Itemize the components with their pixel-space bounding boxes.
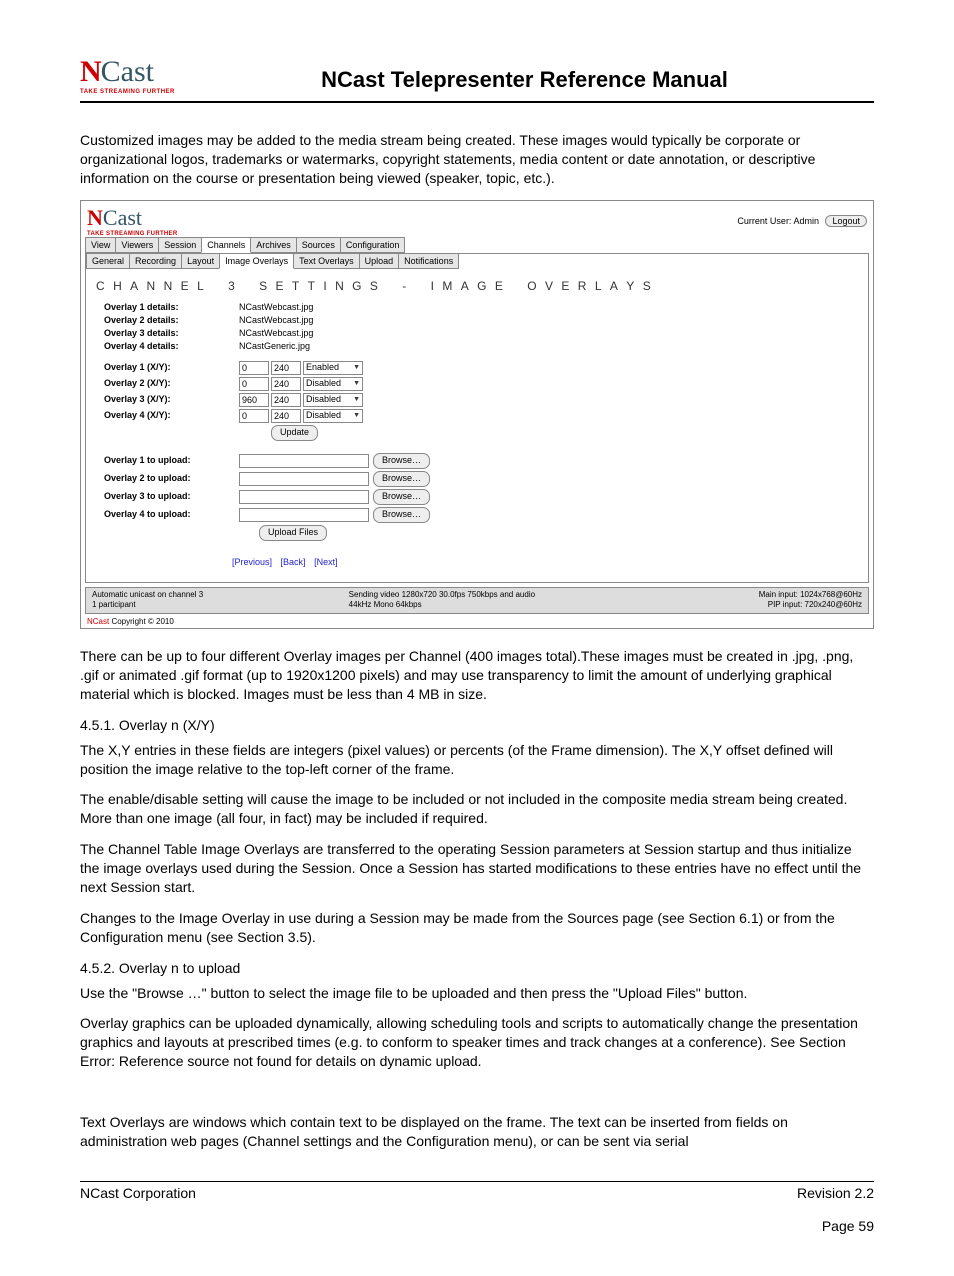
- overlay1-state-select[interactable]: Enabled▼: [303, 361, 363, 375]
- app-logo: NCast TAKE STREAMING FURTHER: [87, 205, 178, 237]
- section-heading-452: 4.5.2. Overlay n to upload: [80, 959, 874, 978]
- previous-link[interactable]: [Previous]: [232, 557, 272, 567]
- body-paragraph: The X,Y entries in these fields are inte…: [80, 741, 874, 779]
- overlay-upload-row: Overlay 2 to upload:Browse…: [92, 470, 862, 488]
- admin-ui-screenshot: NCast TAKE STREAMING FURTHER Current Use…: [80, 200, 874, 629]
- sub-tab-row: General Recording Layout Image Overlays …: [85, 253, 862, 269]
- tab-channels[interactable]: Channels: [201, 237, 251, 253]
- sub-tab-image-overlays[interactable]: Image Overlays: [219, 253, 294, 269]
- overlay1-upload-field[interactable]: [239, 454, 369, 468]
- overlay2-state-select[interactable]: Disabled▼: [303, 377, 363, 391]
- overlay-detail-row: Overlay 1 details:NCastWebcast.jpg: [92, 301, 862, 314]
- tab-session[interactable]: Session: [158, 237, 202, 253]
- tab-sources[interactable]: Sources: [296, 237, 341, 253]
- overlay3-y-input[interactable]: [271, 393, 301, 407]
- channel-settings-panel: General Recording Layout Image Overlays …: [85, 253, 869, 583]
- footer-revision: Revision 2.2: [797, 1184, 874, 1203]
- tab-archives[interactable]: Archives: [250, 237, 297, 253]
- tab-viewers[interactable]: Viewers: [115, 237, 159, 253]
- chevron-down-icon: ▼: [353, 363, 360, 372]
- chevron-down-icon: ▼: [353, 395, 360, 404]
- overlay-xy-row: Overlay 3 (X/Y): Disabled▼: [92, 392, 862, 408]
- chevron-down-icon: ▼: [353, 411, 360, 420]
- logo-tagline: TAKE STREAMING FURTHER: [80, 89, 175, 95]
- chevron-down-icon: ▼: [353, 379, 360, 388]
- body-paragraph: The enable/disable setting will cause th…: [80, 790, 874, 828]
- body-paragraph: The Channel Table Image Overlays are tra…: [80, 840, 874, 897]
- overlay2-x-input[interactable]: [239, 377, 269, 391]
- overlay4-y-input[interactable]: [271, 409, 301, 423]
- overlay-xy-row: Overlay 1 (X/Y): Enabled▼: [92, 360, 862, 376]
- sub-tab-layout[interactable]: Layout: [181, 253, 220, 269]
- overlay2-y-input[interactable]: [271, 377, 301, 391]
- overlay-detail-row: Overlay 4 details:NCastGeneric.jpg: [92, 340, 862, 353]
- panel-title: C H A N N E L 3 S E T T I N G S - I M A …: [92, 275, 862, 301]
- body-paragraph: There can be up to four different Overla…: [80, 647, 874, 704]
- nav-links: [Previous] [Back] [Next]: [92, 542, 862, 572]
- overlay4-upload-field[interactable]: [239, 508, 369, 522]
- overlay4-state-select[interactable]: Disabled▼: [303, 409, 363, 423]
- overlay-xy-row: Overlay 4 (X/Y): Disabled▼: [92, 408, 862, 424]
- overlay3-state-select[interactable]: Disabled▼: [303, 393, 363, 407]
- tab-view[interactable]: View: [85, 237, 116, 253]
- sub-tab-general[interactable]: General: [86, 253, 130, 269]
- logo-cast: Cast: [101, 55, 154, 88]
- update-button[interactable]: Update: [271, 425, 318, 441]
- ncast-logo: NCast TAKE STREAMING FURTHER: [80, 55, 175, 95]
- sub-tab-notifications[interactable]: Notifications: [398, 253, 459, 269]
- overlay4-x-input[interactable]: [239, 409, 269, 423]
- page-number: Page 59: [80, 1217, 874, 1236]
- overlay-upload-row: Overlay 3 to upload:Browse…: [92, 488, 862, 506]
- section-heading-451: 4.5.1. Overlay n (X/Y): [80, 716, 874, 735]
- tab-configuration[interactable]: Configuration: [340, 237, 406, 253]
- overlay1-browse-button[interactable]: Browse…: [373, 453, 430, 469]
- page-footer: NCast Corporation Revision 2.2: [80, 1181, 874, 1203]
- footer-company: NCast Corporation: [80, 1184, 196, 1203]
- intro-paragraph: Customized images may be added to the me…: [80, 131, 874, 188]
- overlay-xy-row: Overlay 2 (X/Y): Disabled▼: [92, 376, 862, 392]
- back-link[interactable]: [Back]: [281, 557, 306, 567]
- overlay-detail-row: Overlay 3 details:NCastWebcast.jpg: [92, 327, 862, 340]
- app-copyright: NCast Copyright © 2010: [81, 616, 873, 628]
- next-link[interactable]: [Next]: [314, 557, 338, 567]
- body-paragraph: Text Overlays are windows which contain …: [80, 1113, 874, 1151]
- upload-files-button[interactable]: Upload Files: [259, 525, 327, 541]
- sub-tab-recording[interactable]: Recording: [129, 253, 182, 269]
- page-header: NCast TAKE STREAMING FURTHER NCast Telep…: [80, 55, 874, 103]
- overlay1-x-input[interactable]: [239, 361, 269, 375]
- overlay1-y-input[interactable]: [271, 361, 301, 375]
- sub-tab-upload[interactable]: Upload: [359, 253, 400, 269]
- body-paragraph: Use the "Browse …" button to select the …: [80, 984, 874, 1003]
- overlay2-browse-button[interactable]: Browse…: [373, 471, 430, 487]
- overlay-detail-row: Overlay 2 details:NCastWebcast.jpg: [92, 314, 862, 327]
- overlay3-browse-button[interactable]: Browse…: [373, 489, 430, 505]
- current-user: Current User: Admin Logout: [737, 215, 867, 227]
- overlay-upload-row: Overlay 4 to upload:Browse…: [92, 506, 862, 524]
- main-tab-row: View Viewers Session Channels Archives S…: [81, 237, 873, 253]
- overlay-upload-row: Overlay 1 to upload:Browse…: [92, 452, 862, 470]
- overlay4-browse-button[interactable]: Browse…: [373, 507, 430, 523]
- logo-n: N: [80, 55, 101, 88]
- body-paragraph: Changes to the Image Overlay in use duri…: [80, 909, 874, 947]
- overlay3-upload-field[interactable]: [239, 490, 369, 504]
- logout-button[interactable]: Logout: [825, 215, 867, 227]
- overlay2-upload-field[interactable]: [239, 472, 369, 486]
- status-bar: Automatic unicast on channel 3 1 partici…: [85, 587, 869, 615]
- body-paragraph: Overlay graphics can be uploaded dynamic…: [80, 1014, 874, 1071]
- overlay3-x-input[interactable]: [239, 393, 269, 407]
- sub-tab-text-overlays[interactable]: Text Overlays: [293, 253, 360, 269]
- page-title: NCast Telepresenter Reference Manual: [175, 67, 874, 95]
